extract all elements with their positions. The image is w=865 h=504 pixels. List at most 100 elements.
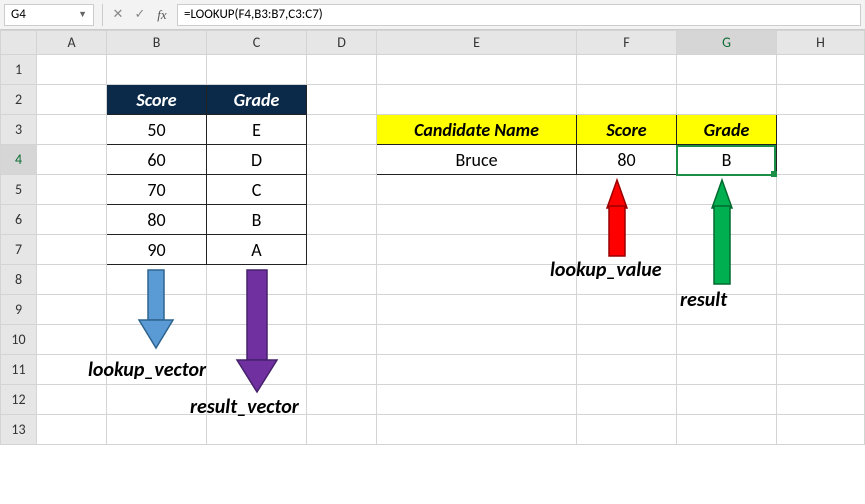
row-header-8[interactable]: 8	[1, 265, 37, 295]
cell[interactable]	[307, 175, 377, 205]
row-header-3[interactable]: 3	[1, 115, 37, 145]
cell[interactable]	[37, 115, 107, 145]
cell[interactable]	[207, 325, 307, 355]
row-header-9[interactable]: 9	[1, 295, 37, 325]
cell[interactable]	[777, 85, 865, 115]
cell[interactable]	[37, 55, 107, 85]
cell[interactable]	[207, 265, 307, 295]
cell[interactable]	[577, 355, 677, 385]
cell[interactable]	[207, 55, 307, 85]
cell[interactable]	[577, 175, 677, 205]
cell[interactable]	[37, 205, 107, 235]
cell[interactable]	[377, 85, 577, 115]
cell[interactable]	[577, 325, 677, 355]
cell[interactable]	[37, 415, 107, 445]
cell[interactable]	[577, 55, 677, 85]
spreadsheet-grid[interactable]: A B C D E F G H 1 2 Score Grade 3 50 E	[0, 30, 865, 445]
cell-score[interactable]: 70	[107, 175, 207, 205]
cell[interactable]	[307, 415, 377, 445]
row-header-7[interactable]: 7	[1, 235, 37, 265]
cell[interactable]	[377, 235, 577, 265]
cell[interactable]	[677, 325, 777, 355]
cell-score[interactable]: 90	[107, 235, 207, 265]
cell[interactable]	[577, 295, 677, 325]
col-header-d[interactable]: D	[307, 31, 377, 55]
cell-grade[interactable]: A	[207, 235, 307, 265]
cell[interactable]	[777, 205, 865, 235]
cell[interactable]	[107, 55, 207, 85]
cancel-formula-icon[interactable]: ✕	[107, 7, 129, 22]
cell[interactable]	[307, 265, 377, 295]
cell[interactable]	[307, 385, 377, 415]
cell[interactable]	[677, 385, 777, 415]
cell[interactable]	[777, 235, 865, 265]
cell[interactable]	[377, 325, 577, 355]
row-header-12[interactable]: 12	[1, 385, 37, 415]
cell-grade[interactable]: D	[207, 145, 307, 175]
cell[interactable]	[37, 235, 107, 265]
cell[interactable]	[377, 385, 577, 415]
cell[interactable]	[777, 265, 865, 295]
header-grade[interactable]: Grade	[207, 85, 307, 115]
row-header-4[interactable]: 4	[1, 145, 37, 175]
cell[interactable]	[37, 355, 107, 385]
col-header-e[interactable]: E	[377, 31, 577, 55]
cell[interactable]	[107, 295, 207, 325]
cell-grade[interactable]: E	[207, 115, 307, 145]
cell[interactable]	[307, 55, 377, 85]
cell[interactable]	[377, 55, 577, 85]
col-header-g[interactable]: G	[677, 31, 777, 55]
cell[interactable]	[107, 325, 207, 355]
header-candidate-grade[interactable]: Grade	[677, 115, 777, 145]
cell[interactable]	[107, 355, 207, 385]
cell[interactable]	[37, 325, 107, 355]
formula-input[interactable]: =LOOKUP(F4,B3:B7,C3:C7)	[177, 4, 861, 26]
cell[interactable]	[377, 415, 577, 445]
cell[interactable]	[207, 355, 307, 385]
cell[interactable]	[37, 295, 107, 325]
cell[interactable]	[777, 355, 865, 385]
cell[interactable]	[37, 145, 107, 175]
col-header-a[interactable]: A	[37, 31, 107, 55]
cell[interactable]	[677, 355, 777, 385]
cell[interactable]	[677, 415, 777, 445]
cell[interactable]	[37, 85, 107, 115]
header-candidate-name[interactable]: Candidate Name	[377, 115, 577, 145]
cell[interactable]	[107, 415, 207, 445]
cell-candidate-name[interactable]: Bruce	[377, 145, 577, 175]
cell[interactable]	[377, 265, 577, 295]
cell[interactable]	[677, 85, 777, 115]
cell[interactable]	[307, 325, 377, 355]
cell[interactable]	[777, 115, 865, 145]
row-header-6[interactable]: 6	[1, 205, 37, 235]
row-header-2[interactable]: 2	[1, 85, 37, 115]
cell-score[interactable]: 80	[107, 205, 207, 235]
cell[interactable]	[777, 145, 865, 175]
cell[interactable]	[377, 205, 577, 235]
col-header-h[interactable]: H	[777, 31, 865, 55]
cell-score[interactable]: 60	[107, 145, 207, 175]
insert-function-icon[interactable]: fx	[151, 7, 173, 23]
row-header-13[interactable]: 13	[1, 415, 37, 445]
cell[interactable]	[577, 385, 677, 415]
cell[interactable]	[377, 355, 577, 385]
cell[interactable]	[307, 295, 377, 325]
cell[interactable]	[207, 295, 307, 325]
cell[interactable]	[577, 85, 677, 115]
cell[interactable]	[307, 85, 377, 115]
header-score[interactable]: Score	[107, 85, 207, 115]
cell[interactable]	[677, 295, 777, 325]
cell[interactable]	[307, 355, 377, 385]
cell[interactable]	[577, 235, 677, 265]
cell[interactable]	[677, 265, 777, 295]
cell[interactable]	[577, 415, 677, 445]
cell[interactable]	[577, 205, 677, 235]
cell[interactable]	[37, 265, 107, 295]
cell[interactable]	[677, 175, 777, 205]
row-header-11[interactable]: 11	[1, 355, 37, 385]
cell-candidate-score[interactable]: 80	[577, 145, 677, 175]
cell[interactable]	[37, 175, 107, 205]
cell[interactable]	[777, 325, 865, 355]
cell[interactable]	[377, 295, 577, 325]
row-header-1[interactable]: 1	[1, 55, 37, 85]
